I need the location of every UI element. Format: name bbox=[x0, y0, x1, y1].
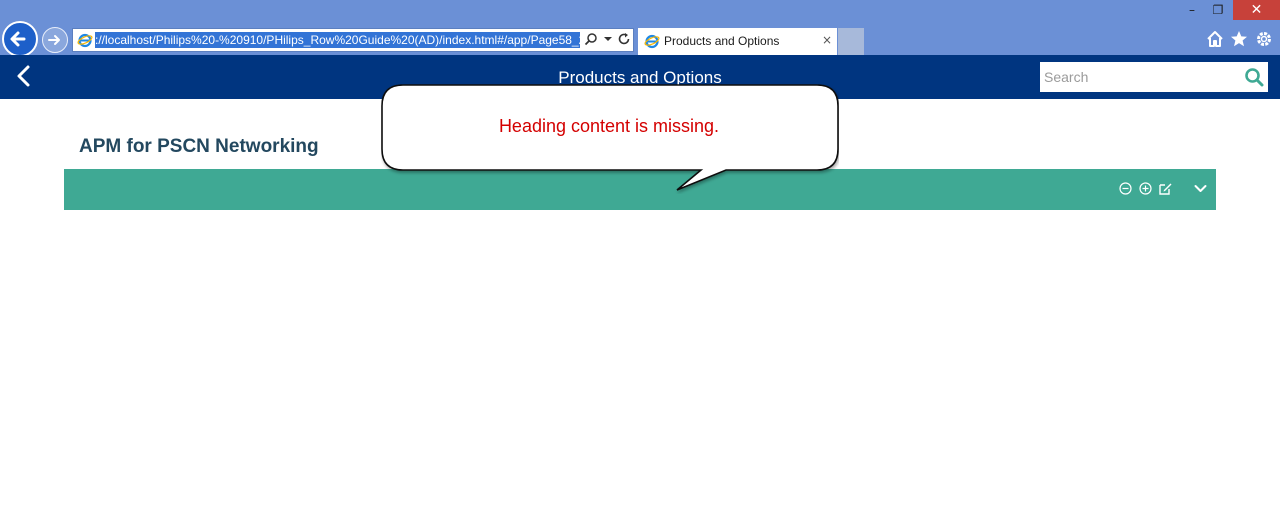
new-tab-button[interactable] bbox=[838, 28, 864, 55]
arrow-right-icon bbox=[48, 35, 60, 45]
refresh-icon[interactable] bbox=[616, 32, 632, 48]
section-heading: APM for PSCN Networking bbox=[79, 136, 319, 157]
callout-message: Heading content is missing. bbox=[498, 116, 720, 136]
address-bar[interactable]: ://localhost/Philips%20-%20910/PHilips_R… bbox=[72, 28, 634, 52]
window-close-button[interactable]: ✕ bbox=[1233, 0, 1280, 20]
tab-title: Products and Options bbox=[664, 34, 780, 48]
home-icon[interactable] bbox=[1205, 29, 1225, 49]
minus-circle-icon[interactable] bbox=[1118, 181, 1133, 196]
annotation-callout bbox=[381, 84, 839, 191]
dropdown-icon[interactable] bbox=[600, 32, 616, 48]
chevron-down-icon[interactable] bbox=[1193, 181, 1208, 196]
address-url-text[interactable]: ://localhost/Philips%20-%20910/PHilips_R… bbox=[95, 32, 580, 48]
plus-circle-icon[interactable] bbox=[1138, 181, 1153, 196]
browser-back-button[interactable] bbox=[2, 21, 38, 57]
search-icon[interactable] bbox=[583, 32, 599, 48]
browser-chrome: – ❐ ✕ ://localhost/Philips%20-%20910/PHi… bbox=[0, 0, 1280, 57]
search-icon[interactable] bbox=[1244, 67, 1264, 87]
ie-logo-icon bbox=[77, 33, 93, 48]
edit-icon[interactable] bbox=[1158, 181, 1173, 196]
favorites-star-icon[interactable] bbox=[1229, 29, 1249, 49]
window-minimize-button[interactable]: – bbox=[1180, 0, 1204, 20]
browser-forward-button[interactable] bbox=[42, 27, 68, 53]
window-restore-button[interactable]: ❐ bbox=[1206, 0, 1230, 20]
search-input[interactable] bbox=[1040, 62, 1268, 92]
tab-close-icon[interactable]: × bbox=[822, 33, 832, 47]
tab-products-and-options[interactable]: Products and Options × bbox=[638, 28, 837, 55]
ie-logo-icon bbox=[644, 34, 660, 49]
arrow-left-icon bbox=[10, 31, 26, 47]
settings-gear-icon[interactable] bbox=[1254, 29, 1274, 49]
